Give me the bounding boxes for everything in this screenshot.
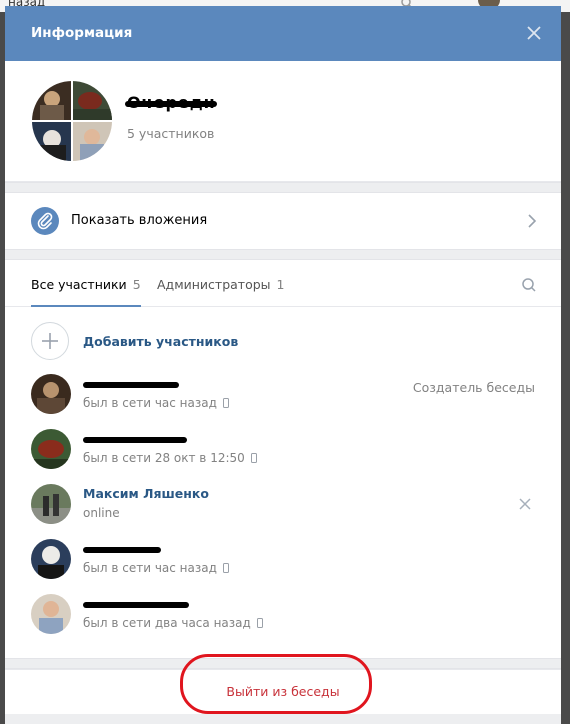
- paperclip-icon: [31, 207, 59, 235]
- chat-info-modal: Информация 5 участников Показать вложени…: [5, 6, 561, 724]
- member-status: online: [83, 506, 120, 520]
- section-divider: [5, 182, 561, 193]
- member-status-text: был в сети час назад: [83, 396, 217, 410]
- tab-all-members[interactable]: Все участники 5: [31, 277, 141, 307]
- redaction-mark: [125, 101, 217, 107]
- remove-member-icon[interactable]: [519, 498, 531, 510]
- redaction-mark: [83, 547, 161, 553]
- section-divider: [5, 249, 561, 260]
- avatar[interactable]: [31, 539, 71, 579]
- mobile-icon: [250, 453, 257, 463]
- add-members-button[interactable]: Добавить участников: [31, 322, 531, 362]
- member-status: был в сети 28 окт в 12:50: [83, 451, 257, 465]
- redaction-mark: [83, 437, 187, 443]
- member-row[interactable]: был в сети 28 окт в 12:50: [31, 429, 537, 471]
- avatar[interactable]: [31, 594, 71, 634]
- mobile-icon: [222, 563, 229, 573]
- avatar[interactable]: [31, 374, 71, 414]
- member-status-text: online: [83, 506, 120, 520]
- chat-members-count: 5 участников: [127, 126, 215, 141]
- member-status: был в сети час назад: [83, 561, 229, 575]
- member-row[interactable]: был в сети час назад Создатель беседы: [31, 374, 537, 416]
- member-status-text: был в сети 28 окт в 12:50: [83, 451, 245, 465]
- tab-administrators-label: Администраторы: [157, 277, 271, 292]
- annotation-highlight: [180, 654, 372, 714]
- search-icon[interactable]: [521, 277, 537, 293]
- redaction-mark: [83, 602, 189, 608]
- show-attachments-label: Показать вложения: [71, 213, 208, 228]
- members-tabs: Все участники 5 Администраторы 1: [5, 260, 561, 307]
- member-row[interactable]: был в сети два часа назад: [31, 594, 537, 636]
- chat-avatar[interactable]: [32, 81, 112, 161]
- mobile-icon: [256, 618, 263, 628]
- tab-all-members-count: 5: [132, 277, 141, 292]
- member-row[interactable]: Максим Ляшенко online: [31, 484, 537, 526]
- chevron-right-icon: [528, 214, 537, 228]
- member-name[interactable]: Максим Ляшенко: [83, 486, 209, 501]
- redaction-mark: [83, 382, 179, 388]
- plus-icon: [31, 322, 69, 360]
- member-status: был в сети час назад: [83, 396, 229, 410]
- member-row[interactable]: был в сети час назад: [31, 539, 537, 581]
- tab-all-members-label: Все участники: [31, 277, 127, 292]
- add-members-label: Добавить участников: [83, 334, 239, 349]
- mobile-icon: [222, 398, 229, 408]
- member-status-text: был в сети два часа назад: [83, 616, 251, 630]
- members-section: Все участники 5 Администраторы 1 Добавить …: [5, 260, 561, 658]
- chat-name: Очередн: [125, 93, 217, 112]
- member-role: Создатель беседы: [412, 380, 535, 395]
- tab-administrators[interactable]: Администраторы 1: [157, 277, 284, 305]
- chat-summary: Очередн 5 участников: [5, 61, 561, 182]
- avatar[interactable]: [31, 429, 71, 469]
- modal-header: Информация: [5, 6, 561, 61]
- avatar[interactable]: [31, 484, 71, 524]
- member-status-text: был в сети час назад: [83, 561, 217, 575]
- member-status: был в сети два часа назад: [83, 616, 263, 630]
- tab-administrators-count: 1: [276, 277, 285, 292]
- show-attachments-row[interactable]: Показать вложения: [5, 193, 561, 249]
- close-icon[interactable]: [527, 26, 541, 40]
- modal-title: Информация: [31, 25, 133, 41]
